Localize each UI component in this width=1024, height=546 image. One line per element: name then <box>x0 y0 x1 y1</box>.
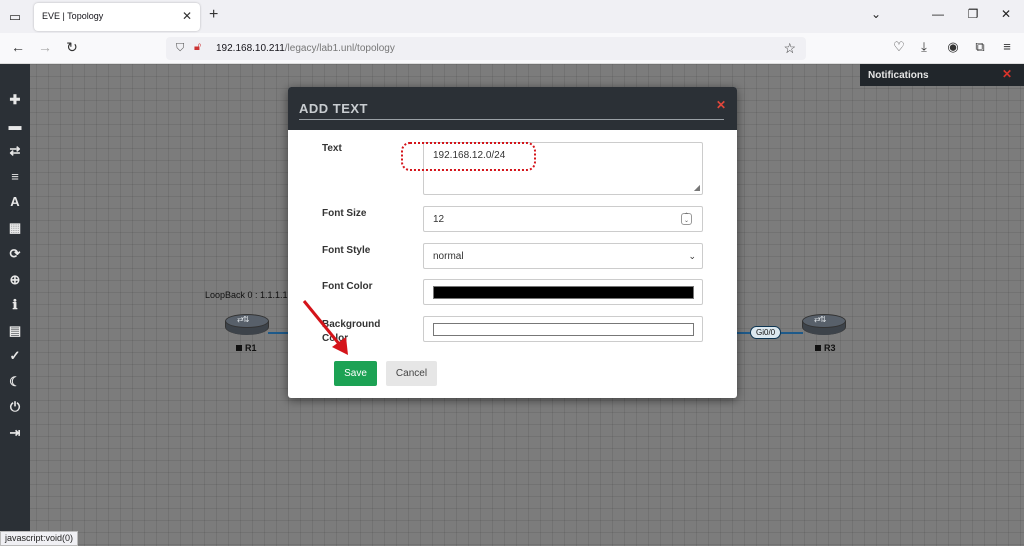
refresh-icon[interactable]: ⟳ <box>7 246 23 262</box>
font-color-swatch[interactable] <box>433 286 694 299</box>
bookmark-star-icon[interactable]: ☆ <box>783 40 796 57</box>
downloads-icon[interactable]: ⤓ <box>916 39 932 55</box>
font-style-select[interactable]: normal ⌄ <box>423 243 703 269</box>
reload-icon[interactable]: ↻ <box>63 39 81 56</box>
router-r3-icon[interactable]: ⇄⇅ <box>802 314 846 340</box>
notifications-panel: Notifications ✕ <box>860 64 1024 86</box>
url-text[interactable]: 192.168.10.211/legacy/lab1.unl/topology <box>216 43 395 54</box>
annotation-highlight <box>401 142 536 171</box>
nodes-icon[interactable]: ▬ <box>7 118 23 134</box>
dialog-close-icon[interactable]: ✕ <box>716 98 726 112</box>
notifications-title: Notifications <box>868 70 929 81</box>
grid-icon[interactable]: ▦ <box>7 220 23 236</box>
url-path: /legacy/lab1.unl/topology <box>284 43 395 54</box>
window-close-icon[interactable]: ✕ <box>998 7 1014 21</box>
menu-icon[interactable]: ≡ <box>999 39 1015 54</box>
browser-tab-bar: ▭ EVE | Topology ✕ + ⌄ — ❐ ✕ <box>0 0 1024 33</box>
tab-title: EVE | Topology <box>42 11 104 21</box>
cancel-button[interactable]: Cancel <box>386 361 437 386</box>
new-tab-icon[interactable]: + <box>209 6 218 24</box>
dialog-header: ADD TEXT ✕ <box>288 87 737 130</box>
font-size-value: 12 <box>433 214 445 225</box>
forward-icon[interactable]: → <box>36 39 54 55</box>
account-icon[interactable]: ◉ <box>945 39 961 55</box>
loopback-label: LoopBack 0 : 1.1.1.1 <box>205 290 288 300</box>
notifications-close-icon[interactable]: ✕ <box>1002 67 1012 81</box>
font-size-label: Font Size <box>322 208 367 219</box>
router-r1-icon[interactable]: ⇄⇅ <box>225 314 269 340</box>
dark-mode-icon[interactable]: ☾ <box>7 374 23 390</box>
background-color-swatch[interactable] <box>433 323 694 336</box>
chevron-down-icon: ⌄ <box>688 251 696 261</box>
extensions-icon[interactable]: ⧉ <box>972 39 988 55</box>
dialog-title: ADD TEXT <box>299 101 368 116</box>
header-divider <box>299 119 724 120</box>
add-object-icon[interactable]: ✚ <box>7 92 23 108</box>
check-icon[interactable]: ✓ <box>7 348 23 364</box>
text-icon[interactable]: A <box>7 194 23 210</box>
tab-close-icon[interactable]: ✕ <box>182 9 192 23</box>
eve-sidebar: ✚ ▬ ⇄ ≡ A ▦ ⟳ ⊕ ℹ ▤ ✓ ☾ ⏻ ⇥ <box>0 64 30 546</box>
pocket-icon[interactable]: ♡ <box>891 39 907 55</box>
tab-list-icon[interactable]: ▭ <box>6 8 24 26</box>
info-icon[interactable]: ℹ <box>7 297 23 313</box>
node-label-r3[interactable]: R3 <box>815 343 836 353</box>
url-bar[interactable]: ⛉ 🔓︎ 192.168.10.211/legacy/lab1.unl/topo… <box>166 37 806 60</box>
interface-label: Gi0/0 <box>750 326 782 339</box>
logout-icon[interactable]: ⇥ <box>7 425 23 441</box>
notes-icon[interactable]: ▤ <box>7 323 23 339</box>
background-color-input[interactable] <box>423 316 703 342</box>
font-color-input[interactable] <box>423 279 703 305</box>
minimize-icon[interactable]: — <box>930 7 946 21</box>
browser-nav-bar: ← → ↻ ⛉ 🔓︎ 192.168.10.211/legacy/lab1.un… <box>0 33 1024 64</box>
node-label-r1[interactable]: R1 <box>236 343 257 353</box>
save-button[interactable]: Save <box>334 361 377 386</box>
font-size-input[interactable]: 12 ⌃ ⌄ <box>423 206 703 232</box>
zoom-icon[interactable]: ⊕ <box>7 272 23 288</box>
networks-icon[interactable]: ⇄ <box>7 143 23 159</box>
shield-icon[interactable]: ⛉ <box>176 42 184 55</box>
resize-handle-icon[interactable]: ◢ <box>694 183 700 192</box>
status-bar: javascript:void(0) <box>0 531 79 546</box>
font-style-value: normal <box>433 251 464 262</box>
power-icon[interactable]: ⏻ <box>7 399 23 415</box>
browser-tab[interactable]: EVE | Topology ✕ <box>34 3 200 31</box>
text-label: Text <box>322 143 342 154</box>
font-color-label: Font Color <box>322 281 373 292</box>
restore-icon[interactable]: ❐ <box>965 7 981 21</box>
back-icon[interactable]: ← <box>9 39 27 55</box>
tab-overflow-icon[interactable]: ⌄ <box>868 7 884 21</box>
font-style-label: Font Style <box>322 245 371 256</box>
url-host: 192.168.10.211 <box>216 43 285 54</box>
insecure-lock-icon[interactable]: 🔓︎ <box>194 41 201 54</box>
annotation-arrow-icon <box>302 300 348 355</box>
spinner-icon[interactable]: ⌃ ⌄ <box>681 213 692 225</box>
startup-configs-icon[interactable]: ≡ <box>7 169 23 185</box>
